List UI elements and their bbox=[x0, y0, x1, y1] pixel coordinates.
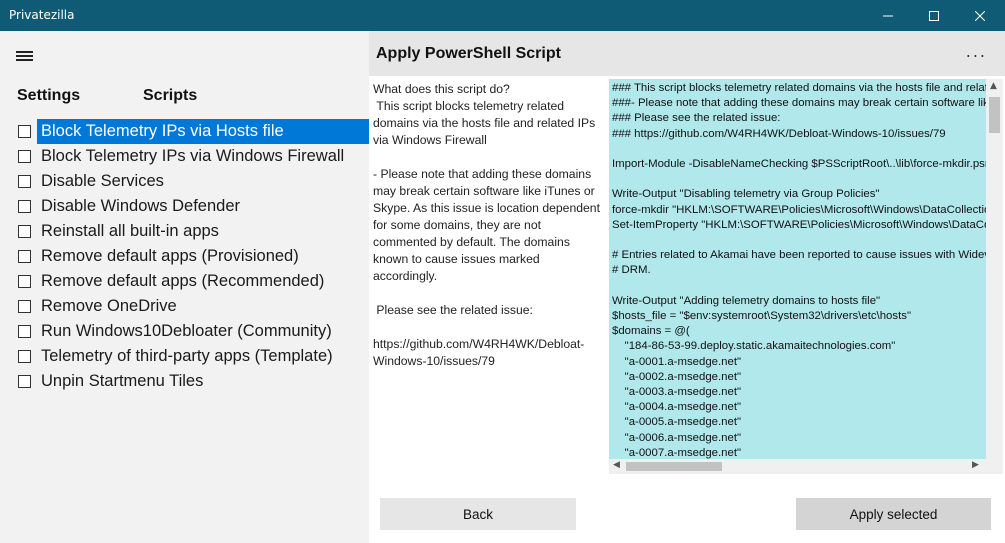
title-bar: Privatezilla bbox=[0, 0, 1005, 31]
list-item-label: Disable Windows Defender bbox=[41, 197, 241, 215]
checkbox[interactable] bbox=[18, 300, 31, 313]
back-button[interactable]: Back bbox=[380, 498, 576, 530]
tab-settings[interactable]: Settings bbox=[17, 87, 80, 105]
minimize-button[interactable] bbox=[865, 0, 911, 31]
list-item-label: Run Windows10Debloater (Community) bbox=[41, 322, 332, 340]
close-button[interactable] bbox=[957, 0, 1003, 31]
list-item[interactable]: Block Telemetry IPs via Windows Firewall bbox=[16, 144, 369, 169]
list-item-label: Remove OneDrive bbox=[41, 297, 177, 315]
checkbox[interactable] bbox=[18, 375, 31, 388]
list-item[interactable]: Run Windows10Debloater (Community) bbox=[16, 319, 369, 344]
list-item[interactable]: Disable Windows Defender bbox=[16, 194, 369, 219]
checkbox[interactable] bbox=[18, 175, 31, 188]
main-header: Apply PowerShell Script ... bbox=[369, 31, 1005, 76]
scroll-right-icon[interactable]: ▶ bbox=[972, 460, 979, 470]
checkbox[interactable] bbox=[18, 350, 31, 363]
vertical-scrollbar[interactable]: ▲ bbox=[986, 79, 1003, 459]
list-item[interactable]: Remove default apps (Recommended) bbox=[16, 269, 369, 294]
list-item[interactable]: Remove OneDrive bbox=[16, 294, 369, 319]
window-title: Privatezilla bbox=[9, 8, 75, 22]
checkbox[interactable] bbox=[18, 275, 31, 288]
checkbox[interactable] bbox=[18, 250, 31, 263]
checkbox[interactable] bbox=[18, 200, 31, 213]
list-item[interactable]: Unpin Startmenu Tiles bbox=[16, 369, 369, 394]
maximize-button[interactable] bbox=[911, 0, 957, 31]
tab-scripts[interactable]: Scripts bbox=[143, 87, 197, 105]
list-item[interactable]: Disable Services bbox=[16, 169, 369, 194]
list-item-label: Remove default apps (Provisioned) bbox=[41, 247, 299, 265]
checkbox[interactable] bbox=[18, 150, 31, 163]
list-item[interactable]: Telemetry of third-party apps (Template) bbox=[16, 344, 369, 369]
maximize-icon bbox=[929, 10, 939, 21]
list-item-label: Reinstall all built-in apps bbox=[41, 222, 219, 240]
list-item[interactable]: Reinstall all built-in apps bbox=[16, 219, 369, 244]
checkbox[interactable] bbox=[18, 225, 31, 238]
scroll-left-icon[interactable]: ◀ bbox=[613, 460, 620, 470]
script-list: Block Telemetry IPs via Hosts file Block … bbox=[16, 119, 369, 394]
list-item-label: Block Telemetry IPs via Windows Firewall bbox=[41, 147, 345, 165]
minimize-icon bbox=[883, 15, 893, 16]
list-item-label: Remove default apps (Recommended) bbox=[41, 272, 325, 290]
horizontal-scrollbar[interactable]: ◀ ▶ bbox=[609, 459, 1003, 474]
checkbox[interactable] bbox=[18, 325, 31, 338]
main-panel: Apply PowerShell Script ... What does th… bbox=[369, 31, 1005, 543]
scroll-up-icon[interactable]: ▲ bbox=[990, 81, 997, 91]
page-title: Apply PowerShell Script bbox=[376, 45, 561, 62]
list-item-label: Disable Services bbox=[41, 172, 164, 190]
vertical-scroll-thumb[interactable] bbox=[989, 97, 1000, 133]
script-description: What does this script do? This script bl… bbox=[373, 82, 600, 368]
list-item-label: Telemetry of third-party apps (Template) bbox=[41, 347, 333, 365]
close-icon bbox=[975, 10, 985, 21]
more-options-button[interactable]: ... bbox=[966, 42, 987, 61]
list-item[interactable]: Block Telemetry IPs via Hosts file bbox=[16, 119, 369, 144]
list-item-label: Block Telemetry IPs via Hosts file bbox=[37, 119, 369, 144]
script-code[interactable]: ### This script blocks telemetry related… bbox=[609, 79, 986, 459]
checkbox[interactable] bbox=[18, 125, 31, 138]
sidebar: Settings Scripts Block Telemetry IPs via… bbox=[0, 31, 369, 543]
list-item[interactable]: Remove default apps (Provisioned) bbox=[16, 244, 369, 269]
list-item-label: Unpin Startmenu Tiles bbox=[41, 372, 204, 390]
horizontal-scroll-thumb[interactable] bbox=[626, 462, 722, 471]
apply-selected-button[interactable]: Apply selected bbox=[796, 498, 991, 530]
code-viewer: ### This script blocks telemetry related… bbox=[609, 79, 1003, 474]
hamburger-icon[interactable] bbox=[16, 49, 34, 63]
